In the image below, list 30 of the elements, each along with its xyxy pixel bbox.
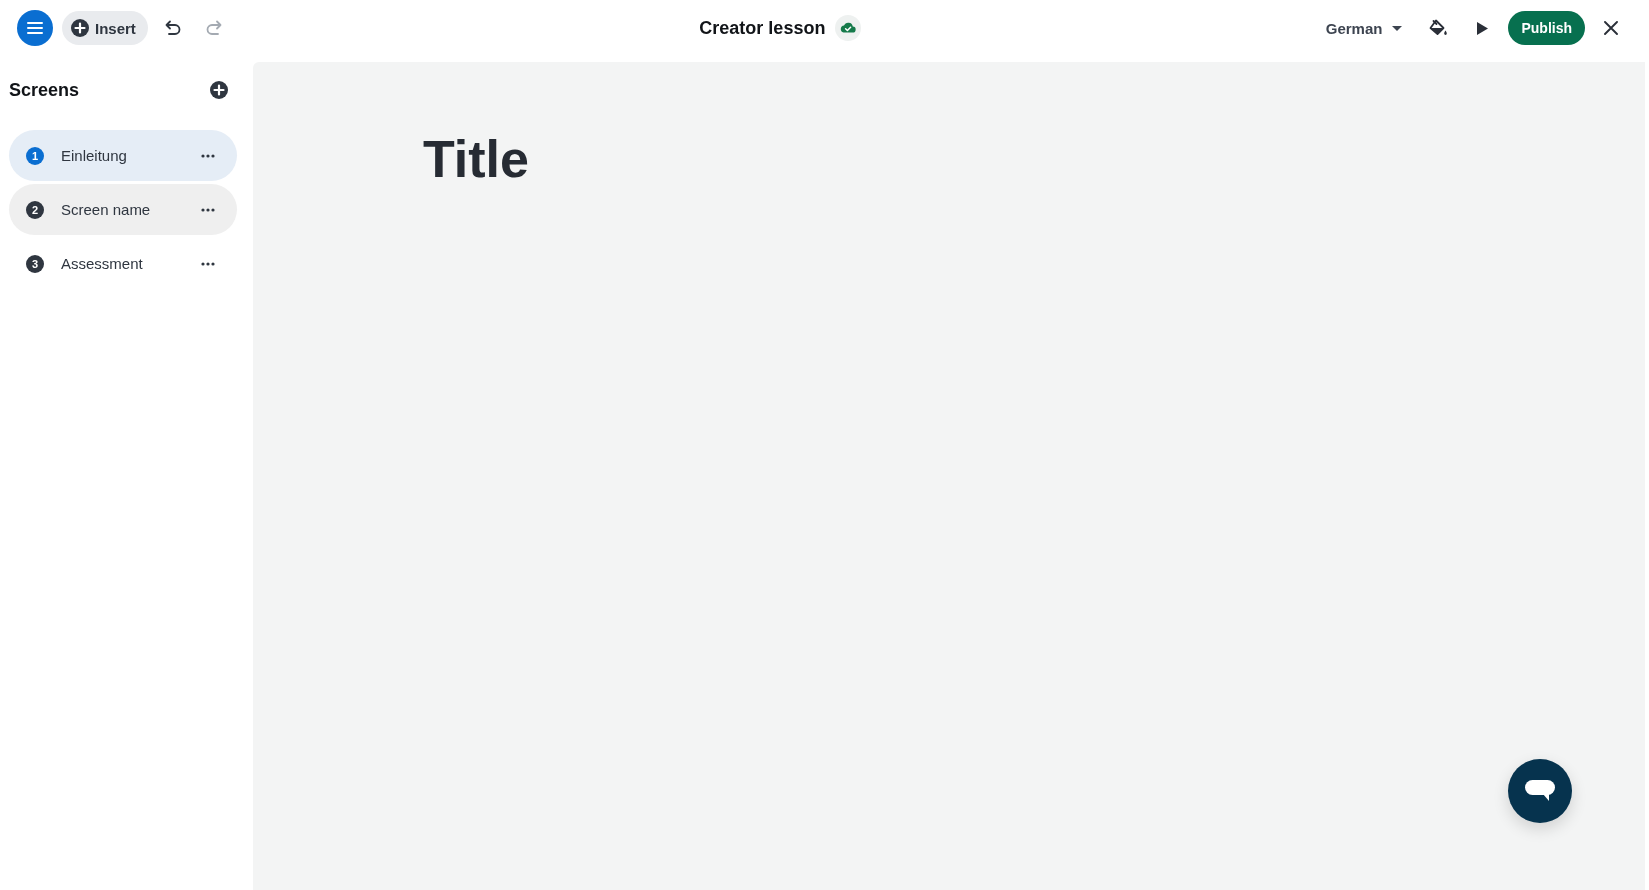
sidebar-item[interactable]: 1 Einleitung xyxy=(9,130,237,181)
publish-button[interactable]: Publish xyxy=(1508,11,1585,45)
sidebar-item[interactable]: 2 Screen name xyxy=(9,184,237,235)
play-icon[interactable] xyxy=(1476,21,1488,35)
screen-label: Assessment xyxy=(61,255,144,272)
undo-icon[interactable] xyxy=(163,19,182,37)
screen-number: 3 xyxy=(26,254,44,273)
more-dots-icon[interactable] xyxy=(201,153,215,158)
language-dropdown[interactable]: German xyxy=(1315,13,1413,43)
sidebar-item[interactable]: 3 Assessment xyxy=(9,238,237,289)
screen-number: 1 xyxy=(26,146,44,165)
chat-button[interactable] xyxy=(1508,759,1572,823)
caret-down-icon xyxy=(1392,25,1403,31)
close-icon[interactable] xyxy=(1604,21,1618,35)
sidebar-title: Screens xyxy=(9,79,80,101)
chat-bubble-icon xyxy=(1525,780,1555,802)
menu-button[interactable] xyxy=(17,10,53,46)
cloud-check-icon xyxy=(835,15,862,41)
more-dots-icon[interactable] xyxy=(201,207,215,212)
add-icon xyxy=(71,19,89,37)
screen-label: Einleitung xyxy=(61,147,128,164)
canvas-title[interactable]: Title xyxy=(423,128,529,191)
more-dots-icon[interactable] xyxy=(201,261,215,266)
paint-bucket-icon[interactable] xyxy=(1428,19,1448,37)
insert-button[interactable]: Insert xyxy=(62,11,148,45)
add-screen-icon[interactable] xyxy=(210,81,228,99)
screen-number: 2 xyxy=(26,200,44,219)
lesson-title: Creator lesson xyxy=(699,17,826,39)
screen-label: Screen name xyxy=(61,201,152,218)
menu-icon xyxy=(27,22,43,34)
